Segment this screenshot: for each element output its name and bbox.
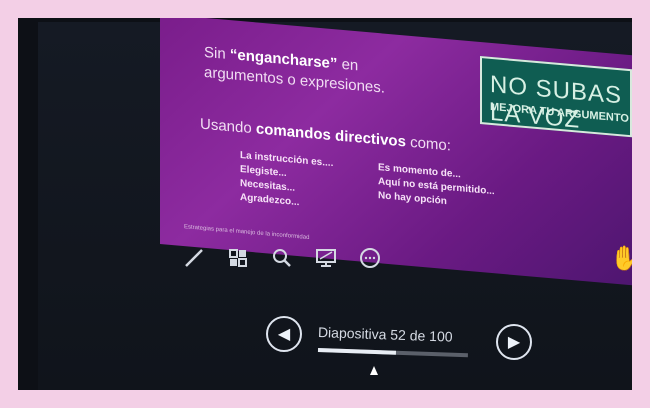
slide-line-1-pre: Sin: [204, 43, 230, 64]
slide-line-3-post: como:: [405, 133, 451, 155]
mouse-cursor: [370, 366, 378, 375]
right-command-list: Es momento de... Aquí no está permitido.…: [378, 161, 495, 213]
chevron-left-icon: ◀: [277, 326, 291, 343]
pen-icon[interactable]: [180, 244, 208, 272]
presenter-screen: Sin “engancharse” en argumentos o expres…: [38, 18, 632, 390]
photo-frame: Sin “engancharse” en argumentos o expres…: [18, 18, 632, 390]
presenter-toolbar: [180, 244, 384, 272]
left-command-list: La instrucción es.... Elegiste... Necesi…: [240, 149, 333, 213]
slide-progress-fill: [317, 348, 397, 355]
slide-line-3: Usando comandos directivos como:: [200, 115, 451, 154]
slide-counter-label: Diapositiva 52 de 100: [317, 324, 453, 345]
slide-navigation: ◀ Diapositiva 52 de 100 ▶: [266, 308, 546, 378]
slides-grid-icon[interactable]: [224, 244, 252, 272]
slide-progress-bar[interactable]: [317, 348, 468, 358]
slide-line-3-pre: Usando: [200, 115, 256, 138]
slide-line-1-post: en: [337, 55, 359, 75]
chevron-right-icon: ▶: [507, 334, 521, 351]
next-slide-button[interactable]: ▶: [496, 324, 532, 360]
logo-badge: NO SUBAS LA VOZ MEJORA TU ARGUMENTO: [480, 55, 632, 138]
previous-slide-button[interactable]: ◀: [266, 316, 302, 352]
more-options-icon[interactable]: [356, 244, 384, 272]
zoom-icon[interactable]: [268, 244, 296, 272]
slide-footer: Estrategias para el manejo de la inconfo…: [184, 224, 310, 242]
hand-icon: ✋: [610, 244, 632, 274]
screen-icon[interactable]: [312, 244, 340, 272]
slide-line-3-bold: comandos directivos: [255, 120, 406, 151]
